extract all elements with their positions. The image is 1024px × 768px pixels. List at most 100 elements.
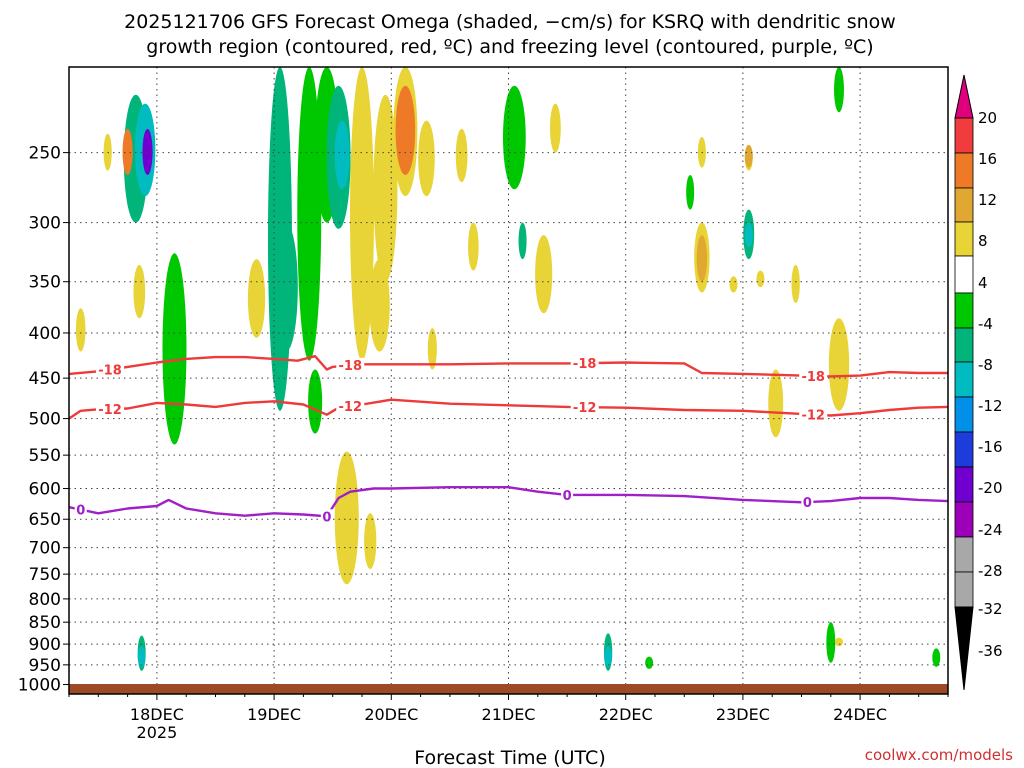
y-tick-label: 650: [29, 510, 61, 530]
contour-label: -18: [98, 364, 122, 379]
omega-cell: [729, 276, 738, 293]
y-tick-label: 550: [29, 446, 61, 466]
contour-label: -12: [801, 409, 825, 424]
omega-cell: [247, 259, 266, 338]
omega-cell: [468, 222, 479, 271]
x-tick-label: 24DEC: [833, 705, 887, 724]
omega-cell: [455, 128, 468, 183]
y-tick-label: 600: [29, 480, 61, 500]
x-tick-sublabel: 2025: [137, 723, 178, 742]
colorbar-swatch: [954, 431, 974, 468]
contour-label: -12: [98, 403, 122, 418]
colorbar-swatch: [954, 361, 974, 398]
y-tick-label: 400: [29, 324, 61, 344]
y-tick-label: 750: [29, 565, 61, 585]
omega-cross-section-chart: 2025121706 GFS Forecast Omega (shaded, −…: [18, 11, 1013, 768]
y-tick-label: 450: [29, 369, 61, 389]
x-axis: 18DEC2025 19DEC 20DEC 21DEC 22DEC 23DEC 24DEC: [68, 694, 949, 742]
credit-text: coolwx.com/models: [865, 746, 1013, 764]
omega-cell: [502, 85, 526, 190]
x-tick-label: 21DEC: [482, 705, 536, 724]
contour-label: -18: [573, 357, 597, 372]
x-tick-label: 23DEC: [716, 705, 770, 724]
colorbar-swatch: [954, 536, 974, 573]
omega-cell: [334, 120, 350, 190]
y-axis: 2503003504004505005506006507007508008509…: [18, 144, 69, 696]
colorbar-swatch: [954, 221, 974, 257]
colorbar-label: 4: [978, 274, 988, 292]
omega-cell: [518, 222, 527, 260]
colorbar-label: -20: [978, 479, 1003, 497]
y-tick-label: 900: [29, 635, 61, 655]
y-tick-label: 800: [29, 590, 61, 610]
omega-cell: [273, 222, 298, 352]
x-tick-label: 18DEC: [130, 705, 184, 724]
colorbar-label: -28: [978, 562, 1003, 580]
colorbar-swatch: [954, 396, 974, 433]
omega-cell: [744, 144, 753, 168]
contour-label: 0: [563, 489, 572, 504]
omega-cell: [645, 656, 654, 669]
x-tick-label: 20DEC: [364, 705, 418, 724]
contour-label: -12: [573, 401, 597, 416]
omega-cell: [826, 622, 836, 663]
omega-cell: [535, 235, 553, 314]
x-tick-label: 19DEC: [247, 705, 301, 724]
colorbar-label: -24: [978, 521, 1003, 539]
contour-label: 0: [803, 496, 812, 511]
x-axis-label: Forecast Time (UTC): [414, 747, 605, 768]
omega-cell: [395, 85, 416, 175]
omega-cell: [696, 235, 708, 282]
colorbar-label: -16: [978, 438, 1003, 456]
omega-cell: [756, 270, 765, 288]
contour-label: -18: [801, 370, 825, 385]
colorbar-label: 8: [978, 232, 988, 250]
colorbar-label: -12: [978, 397, 1003, 415]
omega-cell: [137, 646, 146, 667]
colorbar-label: -4: [978, 315, 993, 333]
omega-cell: [768, 369, 784, 438]
omega-cell: [744, 222, 753, 248]
colorbar-label: -36: [978, 642, 1003, 660]
colorbar-label: -8: [978, 356, 993, 374]
colorbar-bottom-arrow: [954, 606, 974, 691]
colorbar-swatch: [954, 466, 974, 503]
omega-cell: [828, 318, 850, 411]
omega-cell: [835, 637, 844, 647]
omega-cell: [369, 259, 390, 352]
omega-cell: [133, 264, 146, 319]
colorbar-swatch: [954, 571, 974, 608]
omega-cell: [604, 646, 613, 667]
omega-cell: [549, 103, 561, 153]
colorbar-label: -32: [978, 600, 1003, 618]
omega-cell: [834, 67, 844, 113]
omega-cell: [791, 264, 800, 304]
omega-cell: [142, 128, 153, 175]
y-tick-label: 1000: [18, 676, 61, 696]
colorbar-swatch: [954, 501, 974, 538]
omega-cell: [418, 120, 435, 197]
omega-cell: [364, 513, 377, 569]
colorbar-swatch: [954, 152, 974, 189]
plot-area: -18 -18 -18 -18 -12 -12 -12 -12 0 0 0 0: [68, 66, 949, 695]
chart-title-line-2: growth region (contoured, red, ºC) and f…: [146, 36, 873, 58]
omega-cell: [75, 308, 86, 352]
omega-cell: [932, 648, 941, 667]
y-tick-label: 300: [29, 214, 61, 234]
y-tick-label: 950: [29, 656, 61, 676]
y-tick-label: 850: [29, 613, 61, 633]
omega-cell: [308, 369, 323, 434]
y-tick-label: 250: [29, 144, 61, 164]
contour-label: -12: [339, 400, 363, 415]
surface-terrain: [69, 684, 948, 694]
contour-label: 0: [322, 510, 331, 525]
x-tick-label: 22DEC: [599, 705, 653, 724]
colorbar: 20 16 12 8 4 -4 -8 -12 -16 -20 -24 -28 -32 -36: [954, 74, 1003, 691]
colorbar-label: 20: [978, 109, 997, 127]
contour-label: 0: [76, 504, 85, 519]
colorbar-swatch: [954, 117, 974, 154]
y-tick-label: 700: [29, 539, 61, 559]
chart-title-line-1: 2025121706 GFS Forecast Omega (shaded, −…: [124, 11, 896, 33]
y-tick-label: 350: [29, 273, 61, 293]
contour-label: -18: [339, 359, 363, 374]
